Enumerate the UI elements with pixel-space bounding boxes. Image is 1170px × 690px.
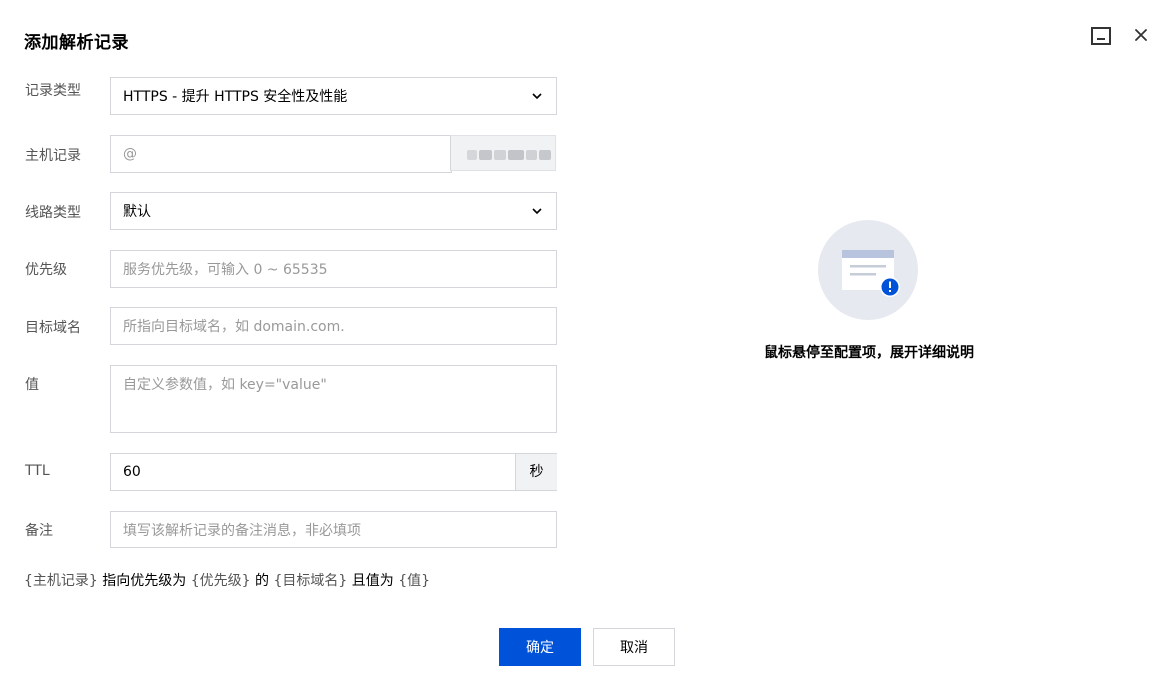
remark-placeholder: 填写该解析记录的备注消息，非必填项 xyxy=(123,522,361,539)
chevron-down-icon xyxy=(532,93,542,100)
info-document-icon xyxy=(818,220,918,320)
summary-priority-token: {优先级} xyxy=(190,573,251,589)
record-type-label: 记录类型 xyxy=(25,83,81,99)
chevron-down-icon xyxy=(532,208,542,215)
summary-host-token: {主机记录} xyxy=(24,573,98,589)
summary-value-token: {值} xyxy=(398,573,431,589)
summary-text-2: 的 xyxy=(255,573,270,589)
target-domain-placeholder: 所指向目标域名，如 domain.com. xyxy=(123,319,345,335)
record-summary: {主机记录} 指向优先级为 {优先级} 的 {目标域名} 且值为 {值} xyxy=(24,570,430,590)
domain-suffix xyxy=(450,135,556,171)
cancel-button[interactable]: 取消 xyxy=(593,628,675,666)
close-icon[interactable] xyxy=(1133,27,1149,43)
line-type-value: 默认 xyxy=(123,204,151,220)
host-record-input[interactable]: @ xyxy=(110,135,452,173)
remark-input[interactable]: 填写该解析记录的备注消息，非必填项 xyxy=(110,511,557,548)
line-type-label: 线路类型 xyxy=(25,205,81,221)
ttl-input[interactable]: 60 xyxy=(110,453,557,491)
blurred-domain-text xyxy=(467,150,551,160)
confirm-button[interactable]: 确定 xyxy=(499,628,581,666)
remark-label: 备注 xyxy=(25,523,53,539)
value-textarea[interactable]: 自定义参数值，如 key="value" xyxy=(110,365,557,433)
hover-hint-text: 鼠标悬停至配置项，展开详细说明 xyxy=(764,345,974,361)
target-domain-input[interactable]: 所指向目标域名，如 domain.com. xyxy=(110,307,557,345)
record-type-value: HTTPS - 提升 HTTPS 安全性及性能 xyxy=(123,89,348,105)
summary-target-token: {目标域名} xyxy=(273,573,348,589)
ttl-value: 60 xyxy=(123,464,141,480)
record-type-select[interactable]: HTTPS - 提升 HTTPS 安全性及性能 xyxy=(110,77,557,115)
line-type-select[interactable]: 默认 xyxy=(110,192,557,230)
target-domain-label: 目标域名 xyxy=(25,320,81,336)
ttl-label: TTL xyxy=(25,463,50,479)
ttl-unit: 秒 xyxy=(515,454,557,490)
minimize-window-icon[interactable] xyxy=(1091,27,1111,45)
value-placeholder: 自定义参数值，如 key="value" xyxy=(123,377,327,393)
host-record-label: 主机记录 xyxy=(25,148,81,164)
summary-text-1: 指向优先级为 xyxy=(102,573,187,589)
priority-input[interactable]: 服务优先级，可输入 0 ~ 65535 xyxy=(110,250,557,288)
priority-placeholder: 服务优先级，可输入 0 ~ 65535 xyxy=(123,262,328,278)
host-record-placeholder: @ xyxy=(123,146,137,162)
value-label: 值 xyxy=(25,377,39,393)
summary-text-3: 且值为 xyxy=(351,573,394,589)
dialog-title: 添加解析记录 xyxy=(24,33,129,53)
priority-label: 优先级 xyxy=(25,262,67,278)
